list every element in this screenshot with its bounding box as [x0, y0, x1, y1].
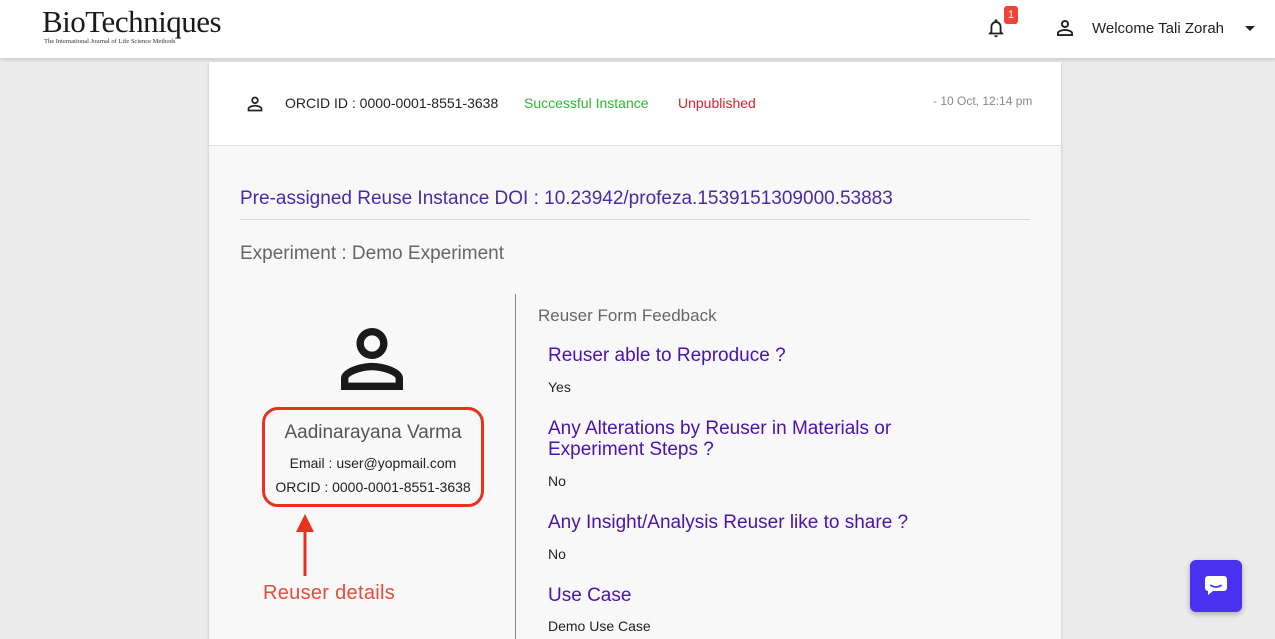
divider — [240, 219, 1030, 220]
chat-bubble-icon — [1205, 576, 1227, 595]
chevron-down-icon[interactable] — [1245, 25, 1255, 31]
feedback-answer: Demo Use Case — [548, 618, 651, 634]
feedback-question: Any Insight/Analysis Reuser like to shar… — [548, 512, 909, 533]
notification-badge: 1 — [1004, 6, 1018, 24]
reuser-name: Aadinarayana Varma — [284, 422, 462, 443]
chat-button[interactable] — [1190, 560, 1242, 612]
person-outline-icon — [247, 96, 263, 112]
top-navbar: BioTechniques The International Journal … — [0, 0, 1275, 59]
publish-state-badge: Unpublished — [678, 95, 756, 111]
feedback-question: Use Case — [548, 585, 632, 606]
logo-text: BioTechniques — [42, 4, 222, 39]
user-menu[interactable]: Welcome Tali Zorah — [1053, 15, 1255, 41]
biotechniques-logo[interactable]: BioTechniques The International Journal … — [42, 4, 222, 46]
doi-title: Pre-assigned Reuse Instance DOI : 10.239… — [240, 188, 893, 209]
feedback-question: Reuser able to Reproduce ? — [548, 345, 786, 366]
instance-card: ORCID ID : 0000-0001-8551-3638 Successfu… — [209, 62, 1061, 639]
instance-header: ORCID ID : 0000-0001-8551-3638 Successfu… — [209, 62, 1061, 146]
orcid-id-label: ORCID ID : 0000-0001-8551-3638 — [285, 95, 499, 111]
reuser-details-highlight: Aadinarayana Varma Email : user@yopmail.… — [262, 407, 484, 507]
welcome-text: Welcome Tali Zorah — [1092, 19, 1224, 37]
reuser-orcid: ORCID : 0000-0001-8551-3638 — [275, 479, 471, 495]
logo-subtitle: The International Journal of Life Scienc… — [44, 38, 176, 45]
feedback-answer: No — [548, 546, 566, 562]
annotation-label: Reuser details — [263, 582, 396, 604]
reuser-email: Email : user@yopmail.com — [289, 455, 457, 471]
feedback-answer: No — [548, 473, 566, 489]
user-avatar-icon — [341, 328, 403, 390]
column-divider — [515, 294, 516, 639]
person-outline-icon — [1057, 20, 1073, 36]
feedback-answer: Yes — [548, 379, 571, 395]
feedback-title: Reuser Form Feedback — [538, 306, 717, 325]
status-badge: Successful Instance — [524, 95, 649, 111]
timestamp: - 10 Oct, 12:14 pm — [933, 94, 1033, 108]
experiment-title: Experiment : Demo Experiment — [240, 243, 504, 264]
feedback-question: Any Alterations by Reuser in Materials o… — [548, 418, 892, 460]
